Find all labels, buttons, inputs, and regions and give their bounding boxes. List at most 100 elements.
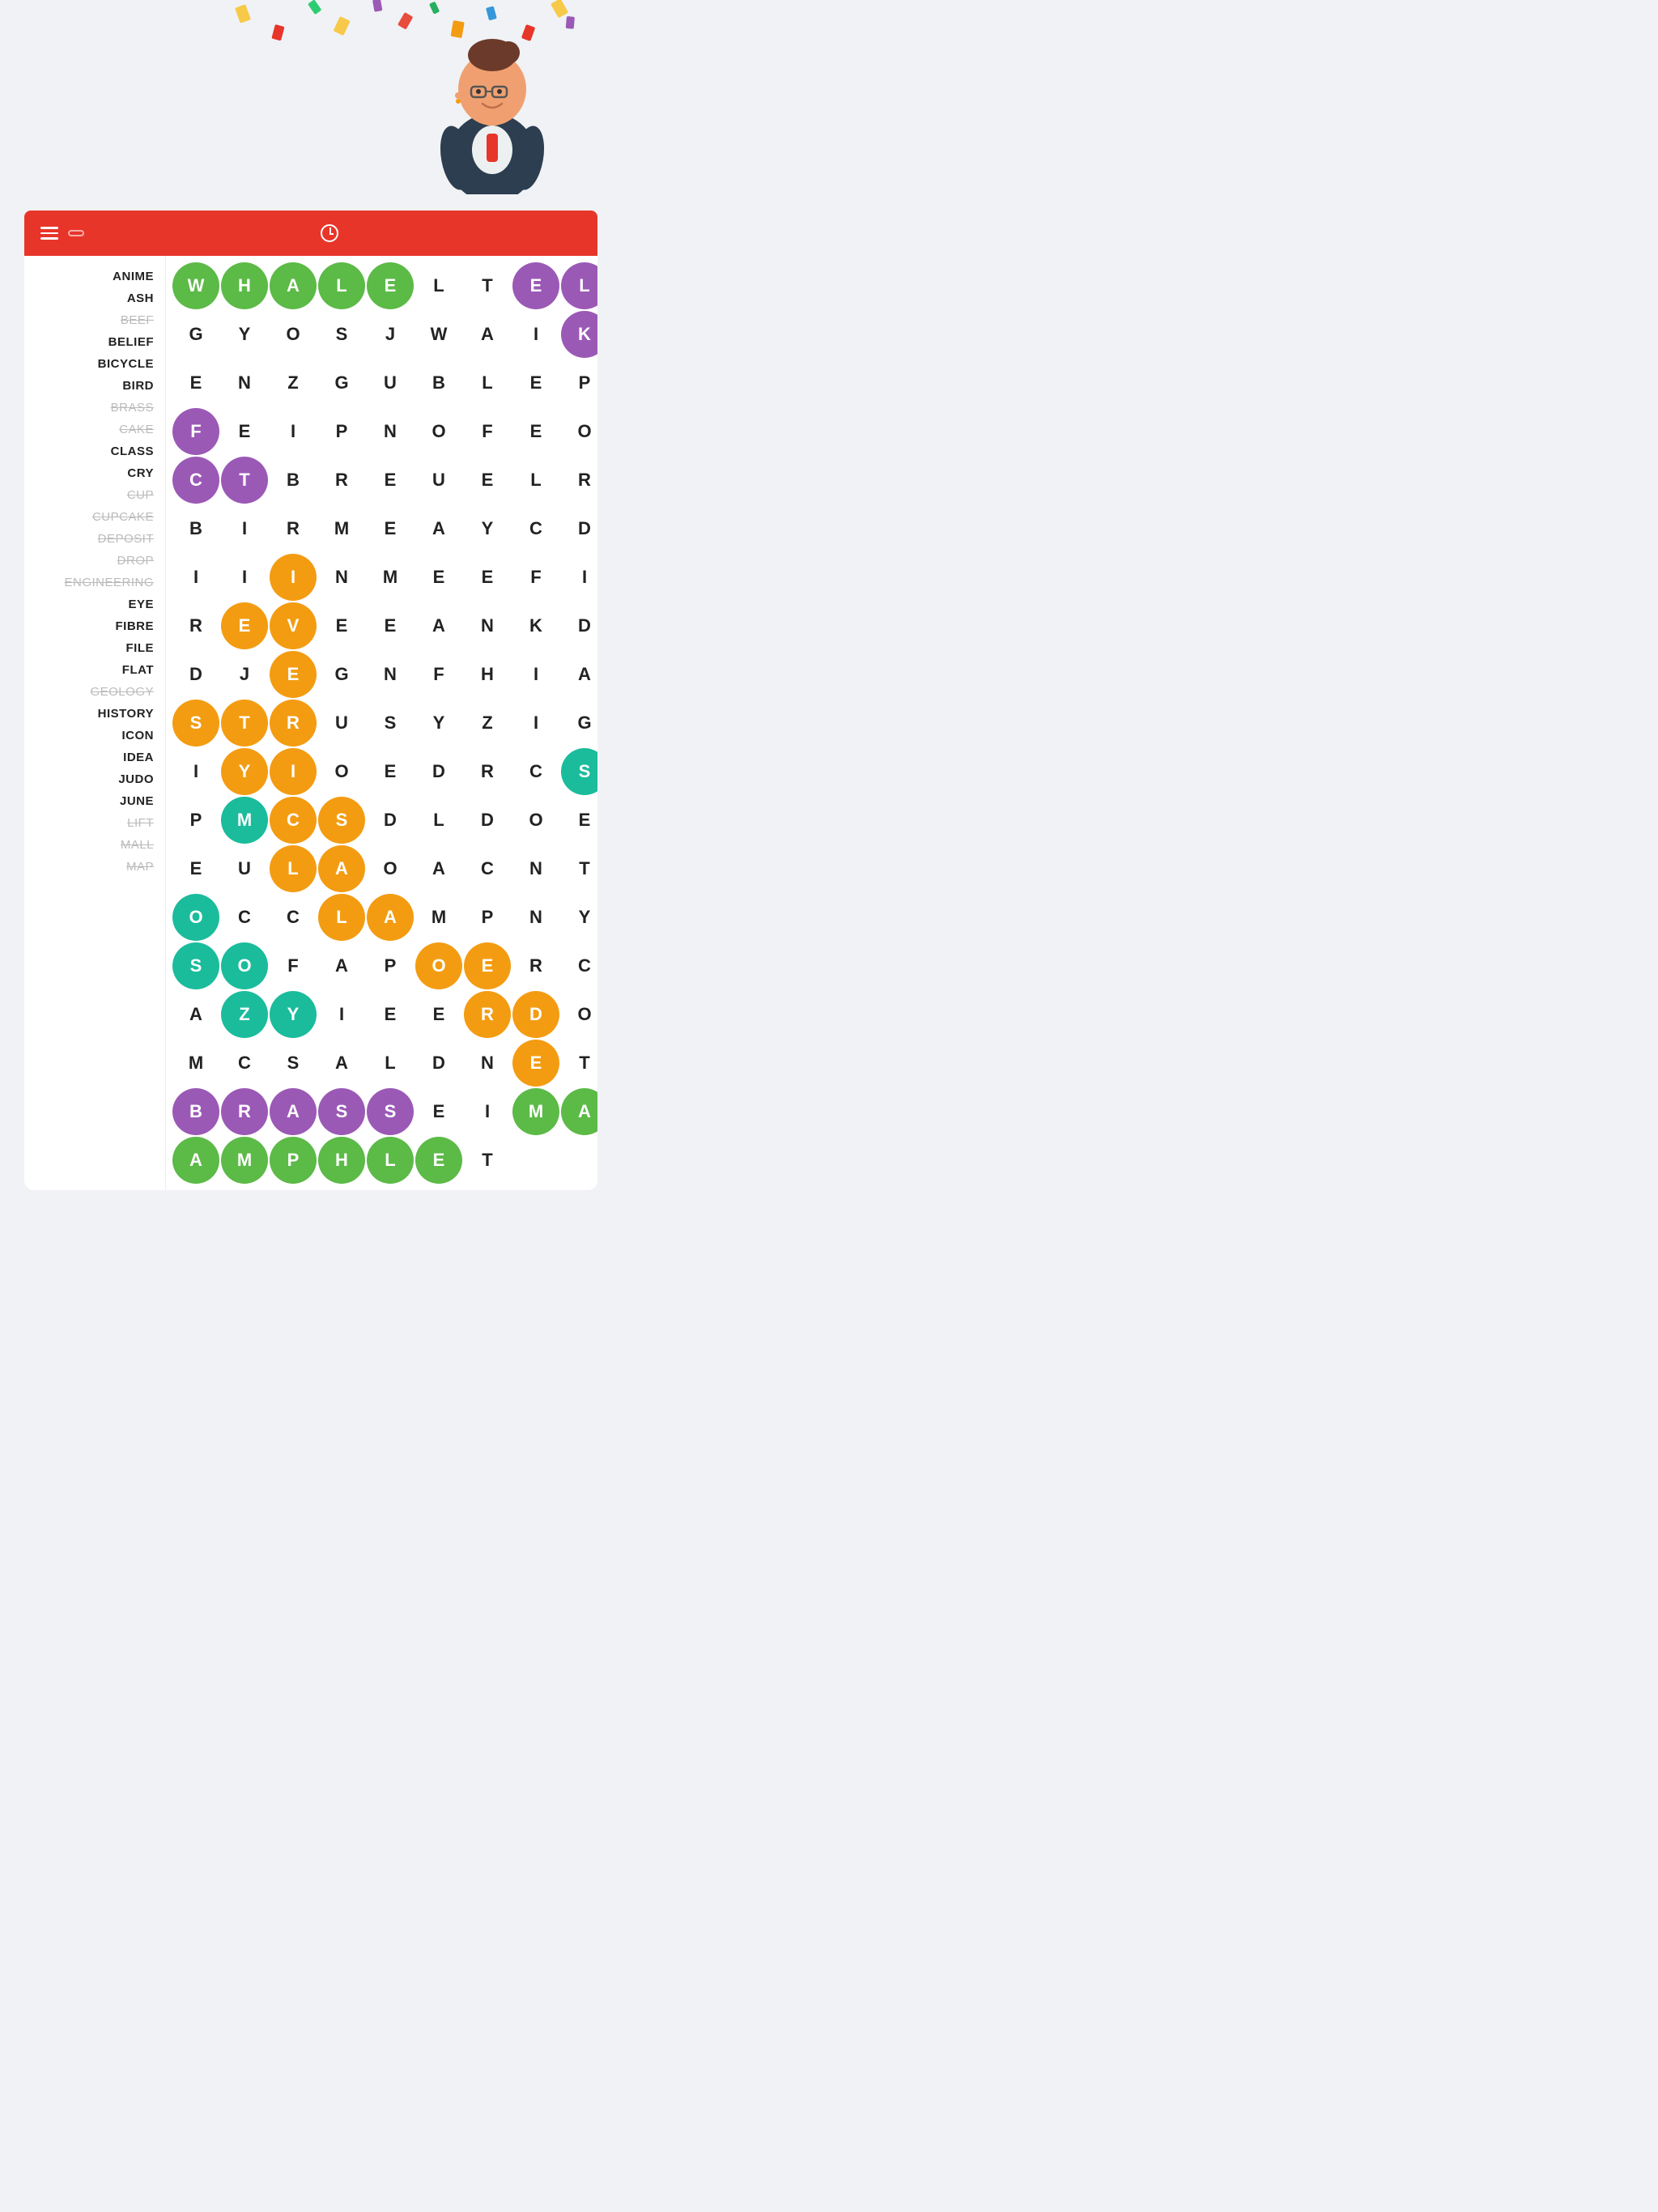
cell-7-3[interactable]: D bbox=[172, 651, 219, 698]
cell-11-9[interactable]: O bbox=[172, 894, 219, 941]
cell-8-6[interactable]: S bbox=[367, 700, 414, 747]
cell-5-10[interactable]: E bbox=[415, 554, 462, 601]
cell-1-9[interactable]: E bbox=[172, 359, 219, 406]
cell-14-4[interactable]: O bbox=[561, 991, 597, 1038]
cell-15-10[interactable]: E bbox=[415, 1088, 462, 1135]
cell-3-0[interactable]: P bbox=[318, 408, 365, 455]
cell-12-9[interactable]: O bbox=[221, 942, 268, 989]
cell-13-1[interactable]: P bbox=[367, 942, 414, 989]
cell-8-4[interactable]: R bbox=[270, 700, 317, 747]
cell-10-2[interactable]: C bbox=[270, 797, 317, 844]
cell-13-5[interactable]: C bbox=[561, 942, 597, 989]
cell-2-10[interactable]: I bbox=[270, 408, 317, 455]
cell-15-9[interactable]: S bbox=[367, 1088, 414, 1135]
cell-14-0[interactable]: E bbox=[367, 991, 414, 1038]
cell-15-1[interactable]: N bbox=[464, 1040, 511, 1087]
cell-5-9[interactable]: M bbox=[367, 554, 414, 601]
cell-16-5[interactable]: M bbox=[221, 1137, 268, 1184]
cell-1-5[interactable]: A bbox=[464, 311, 511, 358]
cell-3-9[interactable]: B bbox=[270, 457, 317, 504]
cell-16-9[interactable]: E bbox=[415, 1137, 462, 1184]
cell-4-6[interactable]: B bbox=[172, 505, 219, 552]
cell-13-8[interactable]: Z bbox=[221, 991, 268, 1038]
cell-10-7[interactable]: O bbox=[512, 797, 559, 844]
cell-4-3[interactable]: L bbox=[512, 457, 559, 504]
cell-9-1[interactable]: I bbox=[172, 748, 219, 795]
cell-16-4[interactable]: A bbox=[172, 1137, 219, 1184]
menu-button[interactable] bbox=[40, 227, 58, 240]
cell-1-10[interactable]: N bbox=[221, 359, 268, 406]
cell-6-6[interactable]: V bbox=[270, 602, 317, 649]
cell-0-3[interactable]: L bbox=[318, 262, 365, 309]
cell-11-1[interactable]: L bbox=[270, 845, 317, 892]
cell-12-1[interactable]: L bbox=[318, 894, 365, 941]
cell-3-4[interactable]: E bbox=[512, 408, 559, 455]
cell-4-7[interactable]: I bbox=[221, 505, 268, 552]
cell-7-5[interactable]: E bbox=[270, 651, 317, 698]
cell-7-9[interactable]: H bbox=[464, 651, 511, 698]
cell-3-3[interactable]: F bbox=[464, 408, 511, 455]
cell-1-4[interactable]: W bbox=[415, 311, 462, 358]
cell-16-7[interactable]: H bbox=[318, 1137, 365, 1184]
cell-0-1[interactable]: H bbox=[221, 262, 268, 309]
cell-16-8[interactable]: L bbox=[367, 1137, 414, 1184]
cell-1-1[interactable]: O bbox=[270, 311, 317, 358]
cell-7-6[interactable]: G bbox=[318, 651, 365, 698]
cell-5-6[interactable]: I bbox=[221, 554, 268, 601]
cell-10-8[interactable]: E bbox=[561, 797, 597, 844]
cell-3-7[interactable]: C bbox=[172, 457, 219, 504]
cell-14-2[interactable]: R bbox=[464, 991, 511, 1038]
cell-3-1[interactable]: N bbox=[367, 408, 414, 455]
cell-15-2[interactable]: E bbox=[512, 1040, 559, 1087]
cell-11-5[interactable]: C bbox=[464, 845, 511, 892]
cell-3-8[interactable]: T bbox=[221, 457, 268, 504]
cell-8-10[interactable]: G bbox=[561, 700, 597, 747]
cell-8-7[interactable]: Y bbox=[415, 700, 462, 747]
cell-10-0[interactable]: P bbox=[172, 797, 219, 844]
cell-11-7[interactable]: T bbox=[561, 845, 597, 892]
cell-12-10[interactable]: F bbox=[270, 942, 317, 989]
cell-4-1[interactable]: U bbox=[415, 457, 462, 504]
cell-16-1[interactable]: M bbox=[512, 1088, 559, 1135]
cell-3-2[interactable]: O bbox=[415, 408, 462, 455]
cell-8-9[interactable]: I bbox=[512, 700, 559, 747]
cell-3-10[interactable]: R bbox=[318, 457, 365, 504]
cell-9-7[interactable]: R bbox=[464, 748, 511, 795]
cell-5-2[interactable]: C bbox=[512, 505, 559, 552]
cell-10-6[interactable]: D bbox=[464, 797, 511, 844]
cell-14-9[interactable]: A bbox=[318, 1040, 365, 1087]
cell-11-10[interactable]: C bbox=[221, 894, 268, 941]
cell-5-1[interactable]: Y bbox=[464, 505, 511, 552]
cell-6-4[interactable]: R bbox=[172, 602, 219, 649]
cell-11-4[interactable]: A bbox=[415, 845, 462, 892]
cell-11-3[interactable]: O bbox=[367, 845, 414, 892]
cell-12-8[interactable]: S bbox=[172, 942, 219, 989]
cell-12-0[interactable]: C bbox=[270, 894, 317, 941]
cell-1-2[interactable]: S bbox=[318, 311, 365, 358]
cell-10-5[interactable]: L bbox=[415, 797, 462, 844]
cell-0-6[interactable]: T bbox=[464, 262, 511, 309]
cell-9-3[interactable]: I bbox=[270, 748, 317, 795]
cell-0-0[interactable]: W bbox=[172, 262, 219, 309]
cell-5-5[interactable]: I bbox=[172, 554, 219, 601]
cell-4-4[interactable]: R bbox=[561, 457, 597, 504]
cell-16-2[interactable]: A bbox=[561, 1088, 597, 1135]
cell-2-4[interactable]: L bbox=[464, 359, 511, 406]
cell-0-4[interactable]: E bbox=[367, 262, 414, 309]
cell-10-1[interactable]: M bbox=[221, 797, 268, 844]
cell-6-2[interactable]: I bbox=[561, 554, 597, 601]
cell-8-5[interactable]: U bbox=[318, 700, 365, 747]
cell-6-5[interactable]: E bbox=[221, 602, 268, 649]
cell-10-3[interactable]: S bbox=[318, 797, 365, 844]
cell-7-4[interactable]: J bbox=[221, 651, 268, 698]
cell-14-6[interactable]: M bbox=[172, 1040, 219, 1087]
cell-13-10[interactable]: I bbox=[318, 991, 365, 1038]
cell-3-5[interactable]: O bbox=[561, 408, 597, 455]
cell-9-5[interactable]: E bbox=[367, 748, 414, 795]
cell-4-8[interactable]: R bbox=[270, 505, 317, 552]
cell-1-0[interactable]: Y bbox=[221, 311, 268, 358]
cell-13-2[interactable]: O bbox=[415, 942, 462, 989]
cell-9-4[interactable]: O bbox=[318, 748, 365, 795]
cell-14-8[interactable]: S bbox=[270, 1040, 317, 1087]
cell-5-8[interactable]: N bbox=[318, 554, 365, 601]
